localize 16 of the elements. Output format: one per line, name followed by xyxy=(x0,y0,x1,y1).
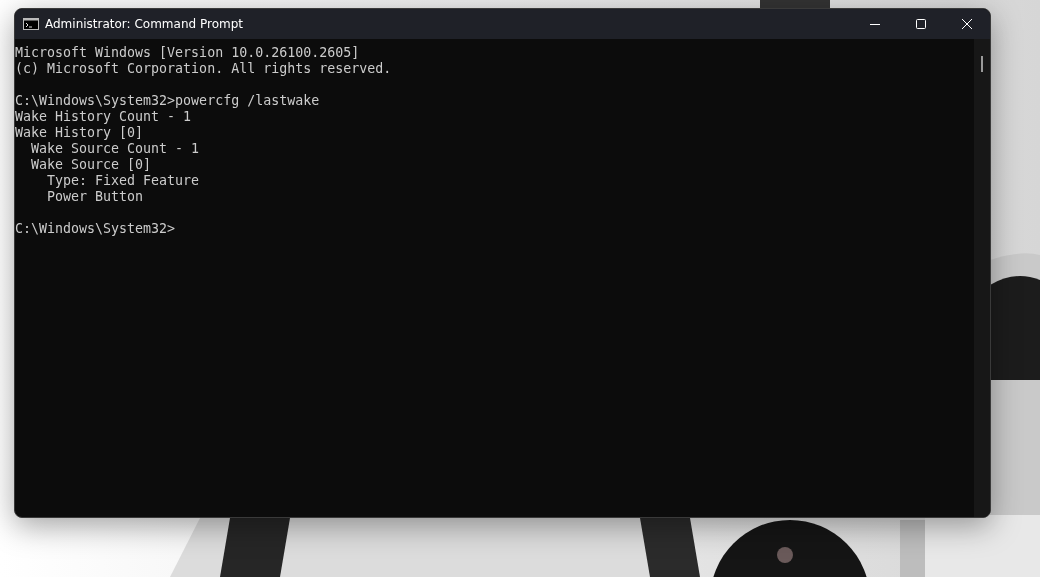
close-icon xyxy=(962,19,972,29)
maximize-icon xyxy=(916,19,926,29)
console-line: C:\Windows\System32> xyxy=(15,221,176,237)
console-line: C:\Windows\System32>powercfg /lastwake xyxy=(15,93,320,109)
console-line: Wake Source [0] xyxy=(30,157,152,173)
console-line: (c) Microsoft Corporation. All rights reserved. xyxy=(15,61,392,77)
console-line: Wake History Count - 1 xyxy=(15,109,192,125)
console-line: Wake Source Count - 1 xyxy=(30,141,200,157)
scrollbar-thumb[interactable] xyxy=(981,56,983,72)
scrollbar[interactable] xyxy=(974,39,990,517)
console-line: Type: Fixed Feature xyxy=(46,173,200,189)
terminal-icon xyxy=(23,18,39,30)
console-line: Power Button xyxy=(46,189,144,205)
console-line: Microsoft Windows [Version 10.0.26100.2605] xyxy=(15,45,360,61)
console-line: Wake History [0] xyxy=(15,125,144,141)
window-title: Administrator: Command Prompt xyxy=(45,17,244,31)
